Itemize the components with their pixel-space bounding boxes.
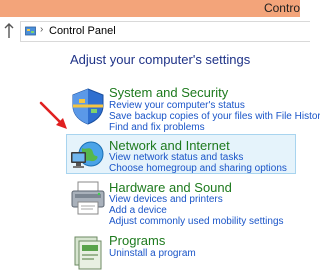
- title-bar: Contro: [0, 0, 300, 17]
- link-find-fix-problems[interactable]: Find and fix problems: [109, 122, 205, 133]
- link-homegroup-sharing[interactable]: Choose homegroup and sharing options: [109, 163, 287, 174]
- category-title[interactable]: Programs: [109, 233, 165, 248]
- category-network-internet[interactable]: Network and Internet View network status…: [65, 138, 297, 174]
- breadcrumb-control-panel[interactable]: Control Panel: [49, 25, 116, 37]
- link-uninstall-program[interactable]: Uninstall a program: [109, 248, 196, 259]
- page-title: Adjust your computer's settings: [70, 52, 251, 67]
- link-network-status[interactable]: View network status and tasks: [109, 152, 243, 163]
- address-bar: › Control Panel: [0, 17, 310, 47]
- printer-icon: [71, 181, 105, 215]
- category-title[interactable]: System and Security: [109, 85, 228, 100]
- category-hardware-sound[interactable]: Hardware and Sound View devices and prin…: [65, 180, 297, 228]
- shield-icon: [72, 88, 104, 125]
- window-title: Contro: [263, 1, 300, 15]
- category-programs[interactable]: Programs Uninstall a program: [65, 233, 297, 270]
- category-system-security[interactable]: System and Security Review your computer…: [65, 85, 320, 133]
- link-add-device[interactable]: Add a device: [109, 205, 167, 216]
- programs-icon: [74, 236, 102, 270]
- address-field[interactable]: › Control Panel: [20, 21, 310, 42]
- link-mobility-settings[interactable]: Adjust commonly used mobility settings: [109, 216, 284, 227]
- category-title[interactable]: Hardware and Sound: [109, 180, 232, 195]
- link-review-status[interactable]: Review your computer's status: [109, 100, 245, 111]
- network-icon: [71, 141, 104, 168]
- link-file-history[interactable]: Save backup copies of your files with Fi…: [109, 111, 320, 122]
- breadcrumb-separator: ›: [40, 24, 44, 35]
- up-arrow-icon[interactable]: [3, 22, 15, 40]
- category-title[interactable]: Network and Internet: [109, 138, 230, 153]
- link-devices-printers[interactable]: View devices and printers: [109, 194, 223, 205]
- control-panel-icon: [25, 26, 36, 36]
